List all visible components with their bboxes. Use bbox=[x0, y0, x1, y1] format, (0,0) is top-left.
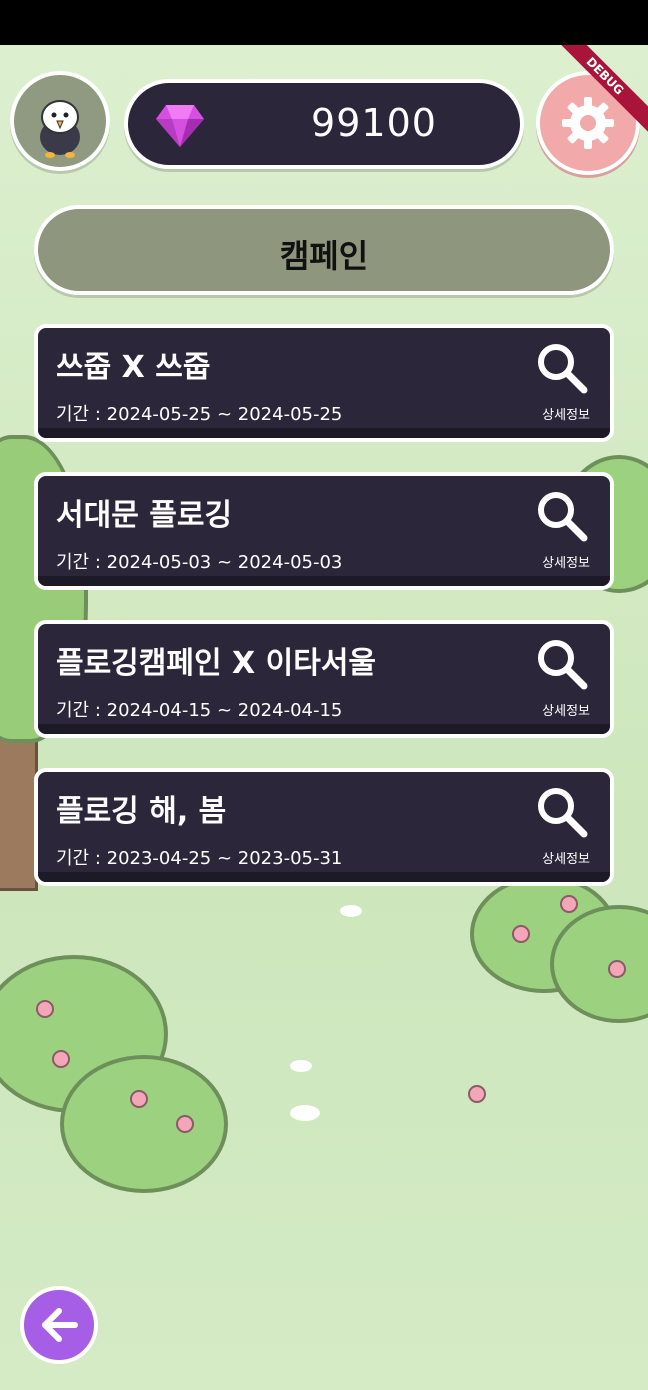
search-icon[interactable] bbox=[536, 786, 588, 838]
detail-link[interactable]: 상세정보 bbox=[542, 404, 590, 423]
campaign-card[interactable]: 플로깅캠페인 X 이타서울 기간 : 2024-04-15 ~ 2024-04-… bbox=[34, 620, 614, 738]
search-icon[interactable] bbox=[536, 490, 588, 542]
campaign-period: 기간 : 2024-05-25 ~ 2024-05-25 bbox=[56, 404, 343, 425]
gem-icon bbox=[156, 105, 204, 147]
search-icon[interactable] bbox=[536, 342, 588, 394]
gem-balance: 99100 bbox=[124, 79, 524, 169]
campaign-header: 캠페인 bbox=[34, 205, 614, 295]
eagle-mascot-icon bbox=[40, 100, 80, 158]
campaign-name: 서대문 플로깅 bbox=[56, 498, 233, 533]
page-title: 캠페인 bbox=[279, 237, 369, 275]
campaign-card[interactable]: 쓰줍 X 쓰줍 기간 : 2024-05-25 ~ 2024-05-25 상세정… bbox=[34, 324, 614, 442]
back-button[interactable] bbox=[20, 1286, 98, 1364]
campaign-period: 기간 : 2024-05-03 ~ 2024-05-03 bbox=[56, 552, 343, 573]
status-bar bbox=[0, 0, 648, 45]
campaign-name: 쓰줍 X 쓰줍 bbox=[56, 350, 211, 385]
campaign-card[interactable]: 서대문 플로깅 기간 : 2024-05-03 ~ 2024-05-03 상세정… bbox=[34, 472, 614, 590]
gem-count: 99100 bbox=[311, 101, 437, 145]
arrow-left-icon bbox=[42, 1308, 78, 1342]
settings-button[interactable] bbox=[536, 71, 640, 175]
detail-link[interactable]: 상세정보 bbox=[542, 552, 590, 571]
campaign-name: 플로깅 해, 봄 bbox=[56, 794, 227, 829]
search-icon[interactable] bbox=[536, 638, 588, 690]
detail-link[interactable]: 상세정보 bbox=[542, 700, 590, 719]
gear-icon bbox=[562, 97, 614, 149]
profile-avatar-button[interactable] bbox=[10, 71, 110, 171]
campaign-card[interactable]: 플로깅 해, 봄 기간 : 2023-04-25 ~ 2023-05-31 상세… bbox=[34, 768, 614, 886]
campaign-period: 기간 : 2023-04-25 ~ 2023-05-31 bbox=[56, 848, 343, 869]
campaign-name: 플로깅캠페인 X 이타서울 bbox=[56, 646, 377, 681]
campaign-period: 기간 : 2024-04-15 ~ 2024-04-15 bbox=[56, 700, 343, 721]
detail-link[interactable]: 상세정보 bbox=[542, 848, 590, 867]
